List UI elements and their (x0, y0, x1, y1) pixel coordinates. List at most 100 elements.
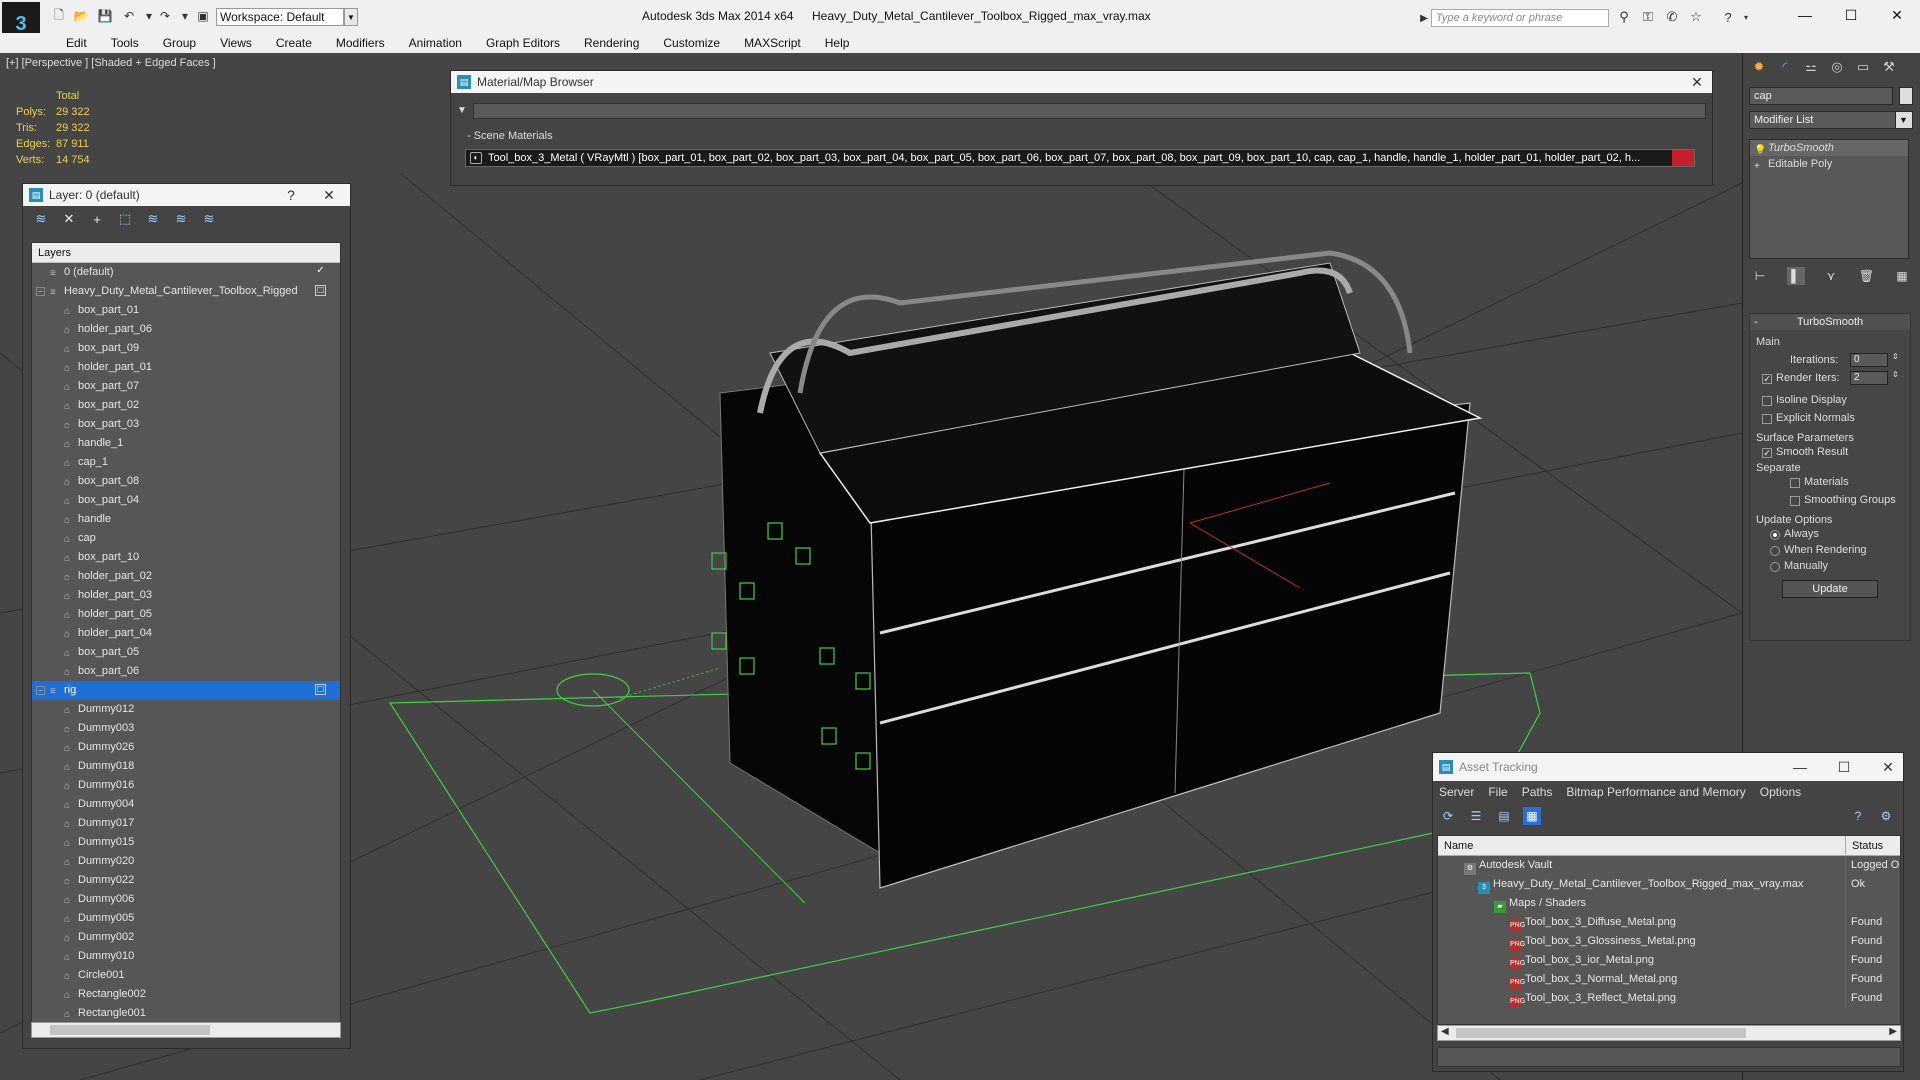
motion-tab-icon[interactable]: ◎ (1827, 57, 1847, 77)
list-view-icon[interactable]: ☰ (1467, 807, 1485, 825)
stack-item-turbosmooth[interactable]: 💡 TurboSmooth (1750, 140, 1908, 156)
menu-modifiers[interactable]: Modifiers (324, 33, 397, 53)
material-item[interactable]: ◐ Tool_box_3_Metal ( VRayMtl ) [box_part… (465, 149, 1695, 167)
subscription-icon[interactable]: ⚿ (1640, 9, 1656, 25)
at-menu-paths[interactable]: Paths (1522, 785, 1553, 799)
scene-materials-section[interactable]: - Scene Materials (459, 129, 1706, 143)
layer-object-row[interactable]: ⌂ box_part_05 (32, 643, 340, 662)
menu-maxscript[interactable]: MAXScript (732, 33, 813, 53)
iterations-spinner[interactable]: 0 (1850, 353, 1888, 367)
layer-object-row[interactable]: ⌂ Dummy006 (32, 890, 340, 909)
communication-icon[interactable]: ✆ (1664, 9, 1680, 25)
detail-view-icon[interactable]: ▤ (1495, 807, 1513, 825)
delete-layer-icon[interactable]: ✕ (61, 211, 77, 227)
toolbox-model[interactable] (711, 250, 1483, 889)
close-icon[interactable]: ✕ (1886, 5, 1908, 25)
active-layer-checkbox[interactable]: □ (315, 285, 326, 296)
layer-object-row[interactable]: ⌂ handle (32, 510, 340, 529)
create-tab-icon[interactable]: ✹ (1749, 57, 1769, 77)
layer-row[interactable]: − ≡ rig □ (32, 681, 340, 700)
layer-object-row[interactable]: ⌂ Dummy003 (32, 719, 340, 738)
open-file-icon[interactable]: 📂 (74, 9, 89, 23)
asset-row[interactable]: PNGTool_box_3_Reflect_Metal.png Found (1438, 989, 1900, 1008)
layer-object-row[interactable]: ⌂ handle_1 (32, 434, 340, 453)
undo-icon[interactable]: ↶ (122, 9, 136, 23)
menu-create[interactable]: Create (264, 33, 324, 53)
maximize-icon[interactable]: ☐ (1840, 5, 1862, 25)
stack-item-editable-poly[interactable]: + Editable Poly (1750, 156, 1908, 172)
search-expand-icon[interactable]: ▶ (1416, 10, 1432, 26)
modify-tab-icon[interactable]: ◜ (1775, 57, 1795, 77)
redo-icon[interactable]: ↷ (158, 9, 172, 23)
update-button[interactable]: Update (1782, 580, 1878, 598)
name-column-header[interactable]: Name (1438, 836, 1846, 855)
settings-icon[interactable]: ⚙ (1877, 807, 1895, 825)
layer-row[interactable]: ≡ 0 (default) ✓ (32, 263, 340, 282)
smooth-result-checkbox[interactable]: ✓ (1762, 448, 1772, 458)
layer-object-row[interactable]: ⌂ Dummy020 (32, 852, 340, 871)
expand-toggle-icon[interactable]: − (36, 686, 45, 695)
layer-object-row[interactable]: ⌂ box_part_06 (32, 662, 340, 681)
layer-object-row[interactable]: ⌂ holder_part_06 (32, 320, 340, 339)
material-browser-titlebar[interactable]: ▤ Material/Map Browser ✕ (451, 71, 1712, 93)
at-menu-file[interactable]: File (1488, 785, 1507, 799)
asset-row[interactable]: 3 Heavy_Duty_Metal_Cantilever_Toolbox_Rig… (1438, 875, 1900, 894)
object-name-field[interactable]: cap (1749, 87, 1893, 105)
help-icon[interactable]: ? (1720, 9, 1736, 25)
manually-radio[interactable] (1770, 562, 1780, 572)
rollout-title[interactable]: - TurboSmooth (1750, 314, 1910, 330)
help-icon[interactable]: ? (1849, 807, 1867, 825)
create-layer-icon[interactable]: ≋ (33, 211, 49, 227)
freeze-all-layers-icon[interactable]: ≋ (201, 211, 217, 227)
when-rendering-radio[interactable] (1770, 546, 1780, 556)
menu-customize[interactable]: Customize (651, 33, 732, 53)
remove-modifier-icon[interactable]: 🗑 (1858, 267, 1876, 285)
layer-object-row[interactable]: ⌂ Dummy017 (32, 814, 340, 833)
isoline-display-checkbox[interactable] (1762, 396, 1772, 406)
render-iters-spinner[interactable]: 2 (1850, 371, 1888, 385)
asset-row[interactable]: PNGTool_box_3_ior_Metal.png Found (1438, 951, 1900, 970)
layer-object-row[interactable]: ⌂ box_part_07 (32, 377, 340, 396)
at-menu-bitmap-performance[interactable]: Bitmap Performance and Memory (1566, 785, 1745, 799)
menu-help[interactable]: Help (813, 33, 862, 53)
binoculars-icon[interactable]: ⚲ (1616, 9, 1632, 25)
render-iters-checkbox[interactable]: ✓ (1762, 374, 1772, 384)
scrollbar-thumb[interactable] (1456, 1028, 1746, 1038)
material-search-field[interactable] (473, 103, 1706, 119)
active-layer-checkbox[interactable]: □ (315, 684, 326, 695)
explicit-normals-checkbox[interactable] (1762, 414, 1772, 424)
layer-object-row[interactable]: ⌂ box_part_03 (32, 415, 340, 434)
scroll-right-icon[interactable]: ▶ (1889, 1026, 1897, 1037)
menu-tools[interactable]: Tools (99, 33, 151, 53)
pin-stack-icon[interactable]: ⊢ (1751, 267, 1769, 285)
refresh-icon[interactable]: ⟳ (1439, 807, 1457, 825)
layer-object-row[interactable]: ⌂ holder_part_02 (32, 567, 340, 586)
object-color-swatch[interactable] (1899, 87, 1913, 105)
expand-icon[interactable]: + (1754, 159, 1760, 175)
asset-row[interactable]: PNGTool_box_3_Diffuse_Metal.png Found (1438, 913, 1900, 932)
always-radio[interactable] (1770, 530, 1780, 540)
layer-object-row[interactable]: ⌂ holder_part_05 (32, 605, 340, 624)
smoothing-groups-checkbox[interactable] (1790, 496, 1800, 506)
browser-options-icon[interactable]: ▼ (457, 105, 467, 116)
favorites-star-icon[interactable]: ☆ (1688, 9, 1704, 25)
layer-object-row[interactable]: ⌂ box_part_02 (32, 396, 340, 415)
scroll-left-icon[interactable]: ◀ (1441, 1026, 1449, 1037)
maximize-icon[interactable]: ☐ (1833, 756, 1855, 778)
layer-object-row[interactable]: ⌂ Circle001 (32, 966, 340, 985)
layer-object-row[interactable]: ⌂ cap_1 (32, 453, 340, 472)
help-dropdown-icon[interactable]: ▾ (1738, 9, 1754, 25)
configure-modifier-sets-icon[interactable]: ▦ (1893, 267, 1911, 285)
close-icon[interactable]: ✕ (318, 184, 340, 206)
expand-toggle-icon[interactable]: − (36, 287, 45, 296)
layer-object-row[interactable]: ⌂ holder_part_01 (32, 358, 340, 377)
status-column-header[interactable]: Status (1846, 836, 1883, 855)
display-tab-icon[interactable]: ▭ (1853, 57, 1873, 77)
scrollbar-thumb[interactable] (50, 1025, 210, 1035)
show-end-result-icon[interactable]: ▌ (1786, 267, 1805, 285)
new-file-icon[interactable]: 🗋 (52, 8, 66, 23)
close-icon[interactable]: ✕ (1877, 756, 1899, 778)
search-input[interactable]: Type a keyword or phrase (1431, 9, 1609, 27)
utilities-tab-icon[interactable]: ⚒ (1879, 57, 1899, 77)
layer-object-row[interactable]: ⌂ holder_part_03 (32, 586, 340, 605)
